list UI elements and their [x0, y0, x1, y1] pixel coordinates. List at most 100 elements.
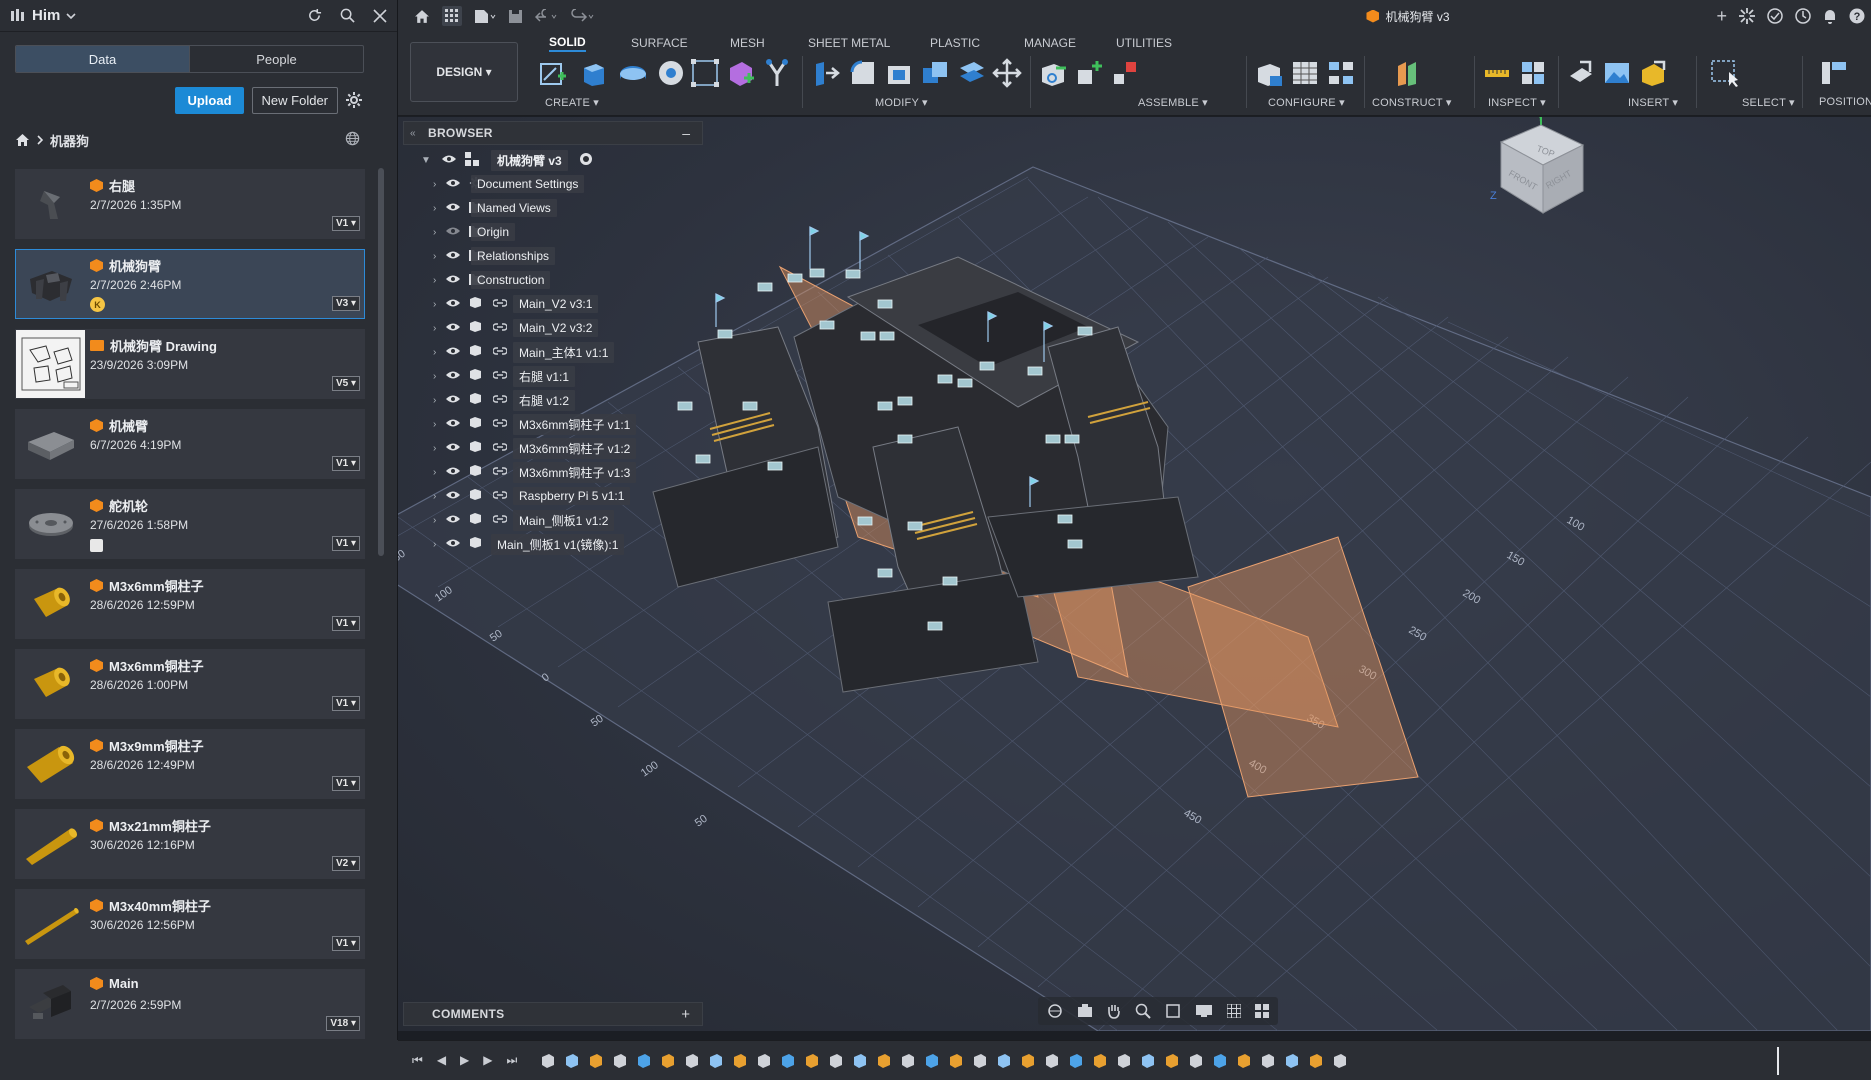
tree-node[interactable]: › 右腿 v1:2	[403, 388, 703, 412]
activate-radio-icon[interactable]	[579, 152, 593, 169]
tab-surface[interactable]: SURFACE	[631, 34, 688, 52]
create-sketch-icon[interactable]	[536, 56, 570, 90]
timeline-feature-icon[interactable]	[827, 1052, 845, 1070]
eye-icon[interactable]	[445, 417, 461, 431]
chevron-right-icon[interactable]: ›	[433, 323, 436, 334]
list-item[interactable]: M3x6mm铜柱子 28/6/2026 12:59PM V1 ▾	[15, 569, 365, 639]
chevron-right-icon[interactable]: ›	[433, 371, 436, 382]
version-badge[interactable]: V18 ▾	[326, 1016, 360, 1031]
home-icon[interactable]	[15, 133, 30, 147]
timeline-feature-icon[interactable]	[755, 1052, 773, 1070]
position-group-label[interactable]: POSITION	[1819, 96, 1871, 108]
tree-node[interactable]: › Main_侧板1 v1:2	[403, 508, 703, 532]
go-to-end-icon[interactable]: ⏭	[507, 1053, 518, 1068]
chevron-right-icon[interactable]: ›	[433, 203, 436, 214]
tree-node[interactable]: › Origin	[403, 220, 703, 244]
assemble-group-label[interactable]: ASSEMBLE ▾	[1138, 96, 1208, 109]
tree-node[interactable]: › M3x6mm铜柱子 v1:1	[403, 412, 703, 436]
tree-node[interactable]: › Main_主体1 v1:1	[403, 340, 703, 364]
timeline-feature-icon[interactable]	[1067, 1052, 1085, 1070]
timeline-feature-icon[interactable]	[539, 1052, 557, 1070]
config-table-icon[interactable]	[1288, 56, 1322, 90]
create-group-label[interactable]: CREATE ▾	[545, 96, 599, 109]
press-pull-icon[interactable]	[808, 56, 842, 90]
chevron-right-icon[interactable]: ›	[433, 227, 436, 238]
timeline-feature-icon[interactable]	[875, 1052, 893, 1070]
timeline-feature-icon[interactable]	[1259, 1052, 1277, 1070]
play-icon[interactable]: ▶	[460, 1053, 469, 1068]
timeline-feature-icon[interactable]	[899, 1052, 917, 1070]
eye-icon[interactable]	[445, 513, 461, 527]
eye-icon[interactable]	[445, 249, 461, 263]
insert-image-icon[interactable]	[1600, 56, 1634, 90]
new-folder-button[interactable]: New Folder	[251, 86, 338, 114]
bell-icon[interactable]	[1823, 8, 1837, 24]
timeline-feature-icon[interactable]	[635, 1052, 653, 1070]
version-badge[interactable]: V1 ▾	[331, 936, 360, 951]
eye-icon[interactable]	[441, 153, 457, 167]
create-form-icon[interactable]	[724, 56, 758, 90]
workspace-switcher[interactable]: DESIGN ▾	[410, 42, 518, 102]
configure-group-label[interactable]: CONFIGURE ▾	[1268, 96, 1345, 109]
home-icon[interactable]	[414, 9, 430, 24]
fillet-icon[interactable]	[846, 56, 880, 90]
eye-icon[interactable]	[445, 201, 461, 215]
chevron-right-icon[interactable]: ›	[433, 539, 436, 550]
insert-group-label[interactable]: INSERT ▾	[1628, 96, 1678, 109]
pattern-icon[interactable]	[688, 56, 722, 90]
tab-people[interactable]: People	[189, 46, 363, 72]
as-built-joint-icon[interactable]	[1108, 56, 1142, 90]
look-at-icon[interactable]	[1077, 1004, 1093, 1018]
hub-selector[interactable]: Him	[10, 7, 76, 24]
orbit-icon[interactable]	[1047, 1003, 1063, 1019]
tree-node[interactable]: › Raspberry Pi 5 v1:1	[403, 484, 703, 508]
zoom-icon[interactable]	[1135, 1003, 1151, 1019]
globe-icon[interactable]	[345, 131, 360, 146]
go-to-start-icon[interactable]: ⏮	[412, 1053, 423, 1068]
eye-icon[interactable]	[445, 297, 461, 311]
select-group-label[interactable]: SELECT ▾	[1742, 96, 1795, 109]
construct-group-label[interactable]: CONSTRUCT ▾	[1372, 96, 1452, 109]
tree-node[interactable]: › Relationships	[403, 244, 703, 268]
modify-group-label[interactable]: MODIFY ▾	[875, 96, 928, 109]
pan-hand-icon[interactable]	[1107, 1003, 1121, 1019]
timeline-feature-icon[interactable]	[659, 1052, 677, 1070]
tab-manage[interactable]: MANAGE	[1024, 34, 1076, 52]
version-badge[interactable]: V1 ▾	[331, 216, 360, 231]
version-badge[interactable]: V1 ▾	[331, 776, 360, 791]
tab-plastic[interactable]: PLASTIC	[930, 34, 980, 52]
plus-icon[interactable]: +	[1716, 6, 1727, 27]
job-status-icon[interactable]	[1767, 8, 1783, 24]
joint-icon[interactable]	[1072, 56, 1106, 90]
timeline-feature-icon[interactable]	[1139, 1052, 1157, 1070]
shell-icon[interactable]	[882, 56, 916, 90]
list-item[interactable]: 机械臂 6/7/2026 4:19PM V1 ▾	[15, 409, 365, 479]
timeline-feature-icon[interactable]	[1235, 1052, 1253, 1070]
eye-icon[interactable]	[445, 345, 461, 359]
tree-node[interactable]: › Named Views	[403, 196, 703, 220]
list-item[interactable]: M3x6mm铜柱子 28/6/2026 1:00PM V1 ▾	[15, 649, 365, 719]
chevron-right-icon[interactable]: ›	[433, 251, 436, 262]
list-item[interactable]: 右腿 2/7/2026 1:35PM V1 ▾	[15, 169, 365, 239]
eye-icon[interactable]	[445, 225, 461, 239]
timeline-feature-icon[interactable]	[851, 1052, 869, 1070]
tree-node[interactable]: › M3x6mm铜柱子 v1:3	[403, 460, 703, 484]
timeline-feature-icon[interactable]	[803, 1052, 821, 1070]
derive-icon[interactable]	[760, 56, 794, 90]
timeline-feature-icon[interactable]	[707, 1052, 725, 1070]
chevron-right-icon[interactable]: ›	[433, 347, 436, 358]
tab-utilities[interactable]: UTILITIES	[1116, 34, 1172, 52]
redo-icon[interactable]	[571, 9, 595, 23]
version-badge[interactable]: V3 ▾	[331, 296, 360, 311]
tree-node[interactable]: › Document Settings	[403, 172, 703, 196]
timeline-feature-icon[interactable]	[1187, 1052, 1205, 1070]
display-settings-icon[interactable]	[1195, 1004, 1213, 1018]
timeline-feature-icon[interactable]	[1091, 1052, 1109, 1070]
fit-icon[interactable]	[1165, 1003, 1181, 1019]
extensions-icon[interactable]	[1739, 8, 1755, 24]
chevron-right-icon[interactable]: ›	[433, 179, 436, 190]
list-item[interactable]: M3x9mm铜柱子 28/6/2026 12:49PM V1 ▾	[15, 729, 365, 799]
timeline-feature-icon[interactable]	[1115, 1052, 1133, 1070]
timeline-feature-icon[interactable]	[1211, 1052, 1229, 1070]
eye-icon[interactable]	[445, 489, 461, 503]
